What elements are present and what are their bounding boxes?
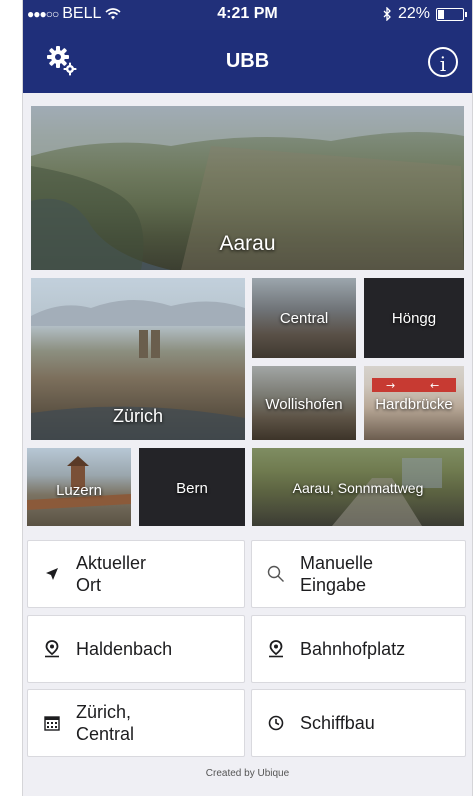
svg-text:→: → [386, 379, 395, 392]
bluetooth-icon [383, 7, 391, 21]
tile-hoengg[interactable]: Höngg [364, 278, 464, 358]
location-arrow-icon [42, 564, 62, 584]
tile-label: Central [279, 310, 329, 327]
action-current-location[interactable]: Aktueller Ort [27, 540, 245, 608]
tile-bern[interactable]: Bern [139, 448, 245, 526]
status-bar: ●●●○○ BELL 4:21 PM 22% [23, 0, 472, 30]
action-zurich-central[interactable]: Zürich, Central [27, 689, 245, 757]
tile-hardbruecke[interactable]: → ← Hardbrücke [364, 366, 464, 440]
tile-label: Luzern [56, 482, 102, 499]
tile-label: Aarau, Sonnmattweg [292, 480, 424, 496]
tile-label: Bern [176, 480, 208, 497]
action-label: Manuelle Eingabe [300, 553, 374, 595]
tile-wollishofen[interactable]: Wollishofen [252, 366, 356, 440]
tile-label: Zürich [112, 406, 163, 426]
search-icon [266, 564, 286, 584]
navigation-bar: UBB i [23, 30, 472, 93]
map-pin-icon [42, 639, 62, 659]
tile-label: Hardbrücke [375, 396, 453, 413]
action-label: Aktueller Ort [76, 553, 147, 595]
action-label: Bahnhofplatz [300, 639, 406, 659]
action-manual-input[interactable]: Manuelle Eingabe [251, 540, 466, 608]
info-icon[interactable]: i [428, 47, 458, 77]
status-right: 22% [383, 5, 467, 23]
tile-aarau[interactable]: Aarau [31, 106, 464, 270]
battery-percent: 22% [397, 5, 430, 22]
action-label: Schiffbau [300, 713, 375, 733]
tile-luzern[interactable]: Luzern [27, 448, 131, 526]
app-title: UBB [225, 50, 270, 72]
battery-icon [436, 7, 467, 21]
svg-text:←: ← [430, 379, 439, 392]
app-screen: ●●●○○ BELL 4:21 PM 22% UBB i Aarau Züric… [22, 0, 473, 796]
action-haldenbach[interactable]: Haldenbach [27, 615, 245, 683]
action-label: Zürich, Central [76, 702, 135, 744]
tile-aarau-sonnmattweg[interactable]: Aarau, Sonnmattweg [252, 448, 464, 526]
action-schiffbau[interactable]: Schiffbau [251, 689, 466, 757]
footer-credit: Created by Ubique [205, 768, 290, 779]
tile-zurich[interactable]: Zürich [31, 278, 245, 440]
tile-central[interactable]: Central [252, 278, 356, 358]
calendar-icon [42, 713, 62, 733]
tile-label: Wollishofen [265, 396, 343, 413]
action-bahnhofplatz[interactable]: Bahnhofplatz [251, 615, 466, 683]
action-label: Haldenbach [76, 639, 173, 659]
map-pin-icon [266, 639, 286, 659]
tile-label: Aarau [219, 232, 276, 255]
clock-icon [266, 713, 286, 733]
tile-label: Höngg [391, 310, 437, 327]
